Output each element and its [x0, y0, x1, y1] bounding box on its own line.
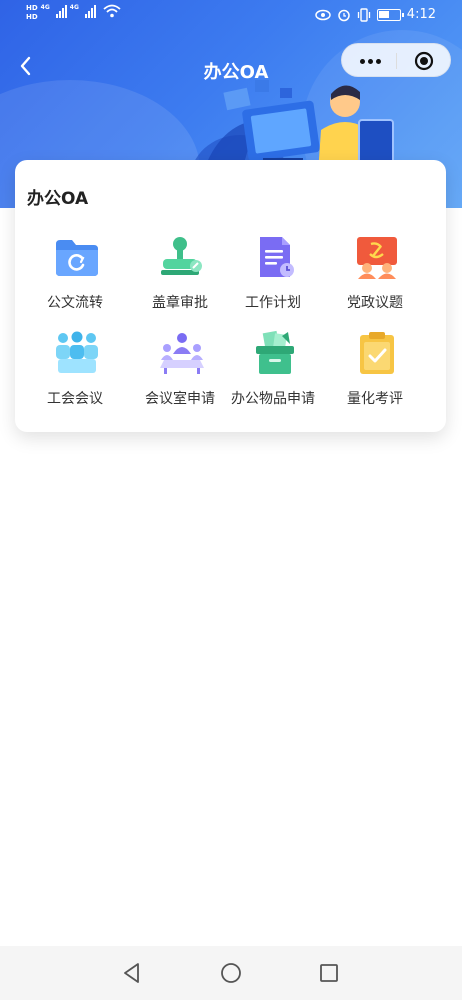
app-label: 党政议题: [347, 295, 403, 311]
hd-label: HD: [26, 13, 38, 21]
app-meeting-room-request[interactable]: 会议室申请: [132, 330, 228, 410]
app-office-supplies-request[interactable]: 办公物品申请: [225, 330, 321, 410]
document-clock-icon: [260, 237, 294, 277]
app-label: 办公物品申请: [231, 391, 315, 407]
app-label: 工作计划: [245, 295, 301, 311]
people-group-icon: [56, 331, 98, 373]
nav-recents-button[interactable]: [317, 961, 341, 985]
stamp-icon: [161, 237, 202, 275]
signal-icon: [84, 4, 96, 18]
clipboard-check-icon: [360, 332, 394, 374]
oa-card: 办公OA 公文流转 盖章审批 工作计划 党政议题 工会会议 会议室申请 办公物品…: [15, 160, 446, 432]
alarm-icon: [338, 9, 350, 21]
more-dot: [359, 58, 365, 64]
app-label: 公文流转: [47, 295, 103, 311]
app-work-plan[interactable]: 工作计划: [225, 234, 321, 314]
more-dot: [367, 58, 373, 64]
status-bar: HD HD 4G 4G 4:12: [0, 0, 462, 34]
hd-label: HD: [26, 4, 38, 12]
wifi-icon: [103, 4, 121, 18]
supplies-box-icon: [256, 330, 294, 374]
app-stamp-approval[interactable]: 盖章审批: [132, 234, 228, 314]
party-emblem-icon: [357, 237, 397, 279]
meeting-room-icon: [160, 333, 204, 374]
nav-home-button[interactable]: [219, 961, 243, 985]
card-title: 办公OA: [27, 189, 89, 209]
app-quantitative-evaluation[interactable]: 量化考评: [327, 330, 423, 410]
vibrate-icon: [357, 7, 370, 22]
network-type: 4G: [69, 4, 79, 11]
capsule-divider: [396, 53, 397, 69]
nav-back-button[interactable]: [120, 961, 144, 985]
folder-refresh-icon: [56, 240, 98, 276]
app-party-topics[interactable]: 党政议题: [327, 234, 423, 314]
clock: 4:12: [406, 7, 436, 22]
network-type: 4G: [40, 4, 50, 11]
signal-icon: [55, 4, 67, 18]
app-label: 会议室申请: [145, 391, 215, 407]
mini-program-capsule: [341, 43, 451, 77]
more-button[interactable]: [356, 52, 384, 70]
eye-icon: [315, 9, 331, 20]
battery-icon: [376, 8, 404, 21]
app-label: 量化考评: [347, 391, 403, 407]
more-dot: [375, 58, 381, 64]
hd-indicator: HD HD: [26, 4, 38, 22]
close-mini-program-button[interactable]: [414, 51, 434, 71]
app-label: 工会会议: [47, 391, 103, 407]
app-document-flow[interactable]: 公文流转: [27, 234, 123, 314]
app-label: 盖章审批: [152, 295, 208, 311]
system-navigation-bar: [0, 946, 462, 1000]
app-union-meeting[interactable]: 工会会议: [27, 330, 123, 410]
